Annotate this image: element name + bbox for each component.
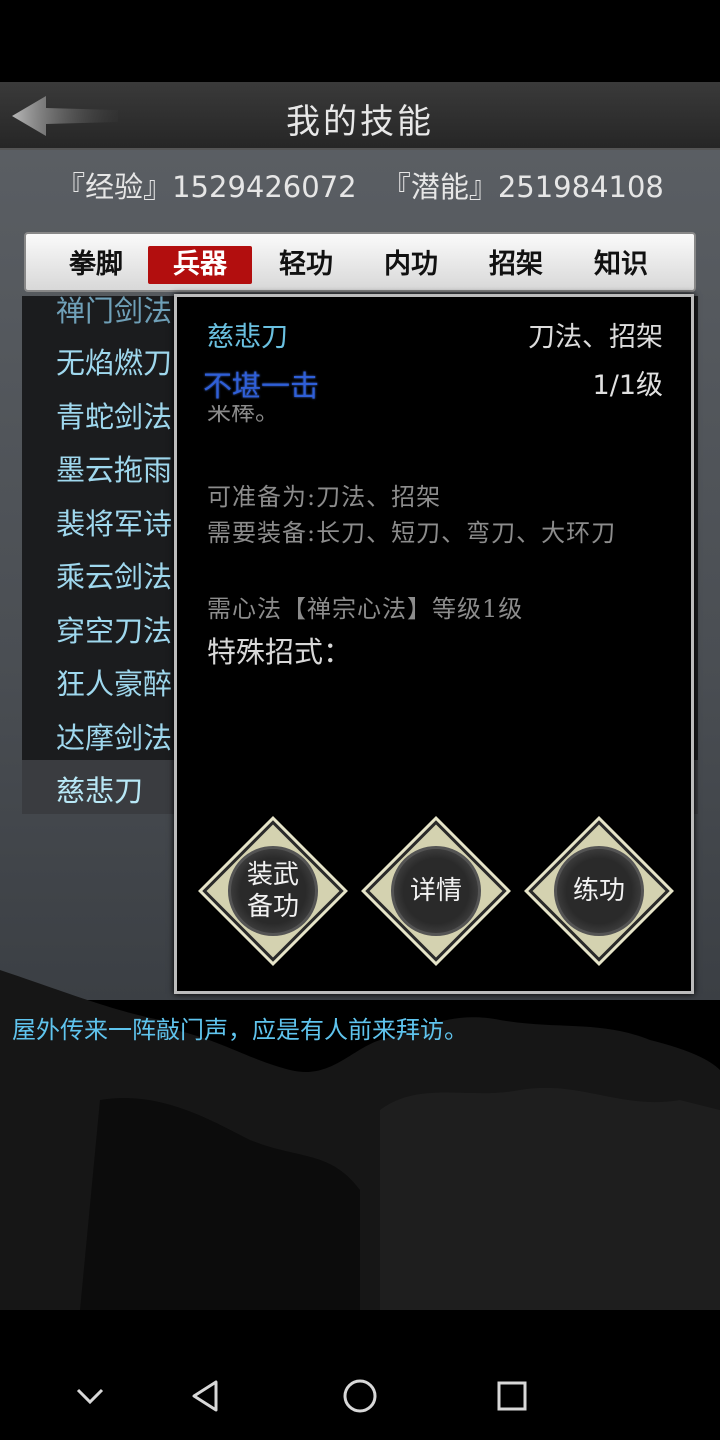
skill-item[interactable]: 裴将军诗 xyxy=(56,501,172,543)
skill-item[interactable]: 禅门剑法 xyxy=(56,296,172,330)
details-label: 详情 xyxy=(409,876,462,906)
popup-can-prepare: 可准备为:刀法、招架 xyxy=(207,483,442,511)
nav-back-button[interactable] xyxy=(184,1374,228,1418)
practice-button[interactable]: 练功 xyxy=(528,820,670,962)
back-triangle-icon xyxy=(192,1380,218,1412)
popup-skill-name: 慈悲刀 xyxy=(207,322,288,353)
skill-item[interactable]: 乘云剑法 xyxy=(56,554,172,596)
popup-skill-rank: 不堪一击 xyxy=(203,369,320,403)
popup-needs-method: 需心法【禅宗心法】等级1级 xyxy=(207,595,524,623)
equip-skill-button[interactable]: 装武 备功 xyxy=(202,820,344,962)
tab-inner[interactable]: 内功 xyxy=(359,246,463,284)
tab-parry[interactable]: 招架 xyxy=(464,246,568,284)
skill-item-selected[interactable]: 慈悲刀 xyxy=(56,768,143,810)
nav-recents-button[interactable] xyxy=(490,1374,534,1418)
popup-description-fragment: 来棒。 xyxy=(207,405,279,426)
popup-skill-types: 刀法、招架 xyxy=(528,322,663,353)
system-nav-bar xyxy=(0,1352,720,1440)
landscape-silhouette xyxy=(0,970,720,1310)
tab-lightness[interactable]: 轻功 xyxy=(254,246,358,284)
skill-item[interactable]: 达摩剑法 xyxy=(56,715,172,757)
header-bar: 我的技能 xyxy=(0,82,720,150)
equip-label-line2: 备功 xyxy=(246,892,299,922)
details-button[interactable]: 详情 xyxy=(365,820,507,962)
page-title: 我的技能 xyxy=(286,102,434,142)
practice-label: 练功 xyxy=(572,876,625,906)
nav-home-button[interactable] xyxy=(338,1374,382,1418)
popup-skill-level: 1/1级 xyxy=(592,370,663,401)
skill-item[interactable]: 青蛇剑法 xyxy=(56,394,172,436)
category-tab-bar: 拳脚 兵器 轻功 内功 招架 知识 xyxy=(24,232,696,292)
chevron-down-icon xyxy=(76,1388,104,1405)
skill-item[interactable]: 穿空刀法 xyxy=(56,608,172,650)
equip-label-line1: 装武 xyxy=(246,860,299,890)
home-circle-icon xyxy=(343,1379,377,1413)
skill-item[interactable]: 无焰燃刀 xyxy=(56,340,172,382)
potential-value: 『潜能』251984108 xyxy=(381,170,664,204)
tab-fist[interactable]: 拳脚 xyxy=(44,246,148,284)
experience-value: 『经验』1529426072 xyxy=(56,170,357,204)
recents-square-icon xyxy=(497,1381,527,1411)
popup-special-moves: 特殊招式： xyxy=(207,635,353,669)
tab-knowledge[interactable]: 知识 xyxy=(569,246,673,284)
skill-detail-popup: 慈悲刀 刀法、招架 不堪一击 1/1级 来棒。 可准备为:刀法、招架 需要装备:… xyxy=(174,294,694,994)
skill-item[interactable]: 狂人豪醉 xyxy=(56,661,172,703)
popup-needs-equip: 需要装备:长刀、短刀、弯刀、大环刀 xyxy=(207,519,617,547)
event-message: 屋外传来一阵敲门声，应是有人前来拜访。 xyxy=(12,1016,468,1044)
nav-collapse-button[interactable] xyxy=(68,1374,112,1418)
skill-item[interactable]: 墨云拖雨 xyxy=(56,447,172,489)
stats-line: 『经验』1529426072 『潜能』251984108 xyxy=(0,164,720,206)
tab-weapon[interactable]: 兵器 xyxy=(148,246,252,284)
